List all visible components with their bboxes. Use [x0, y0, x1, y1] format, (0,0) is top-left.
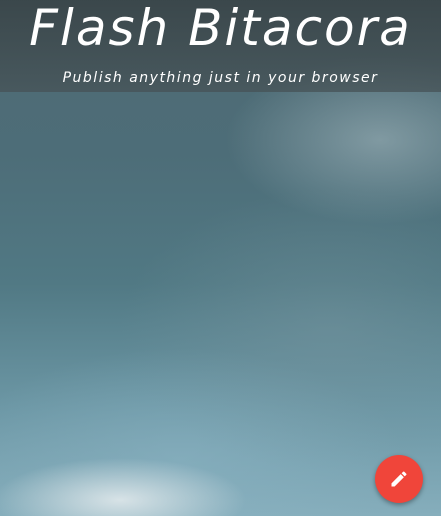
- compose-post-button[interactable]: [375, 455, 423, 503]
- site-subtitle: Publish anything just in your browser: [62, 70, 379, 86]
- site-title: Flash Bitacora: [29, 0, 412, 57]
- site-header: Flash Bitacora Publish anything just in …: [0, 0, 441, 92]
- pencil-icon: [389, 469, 409, 489]
- background-hero: Flash Bitacora Publish anything just in …: [0, 0, 441, 516]
